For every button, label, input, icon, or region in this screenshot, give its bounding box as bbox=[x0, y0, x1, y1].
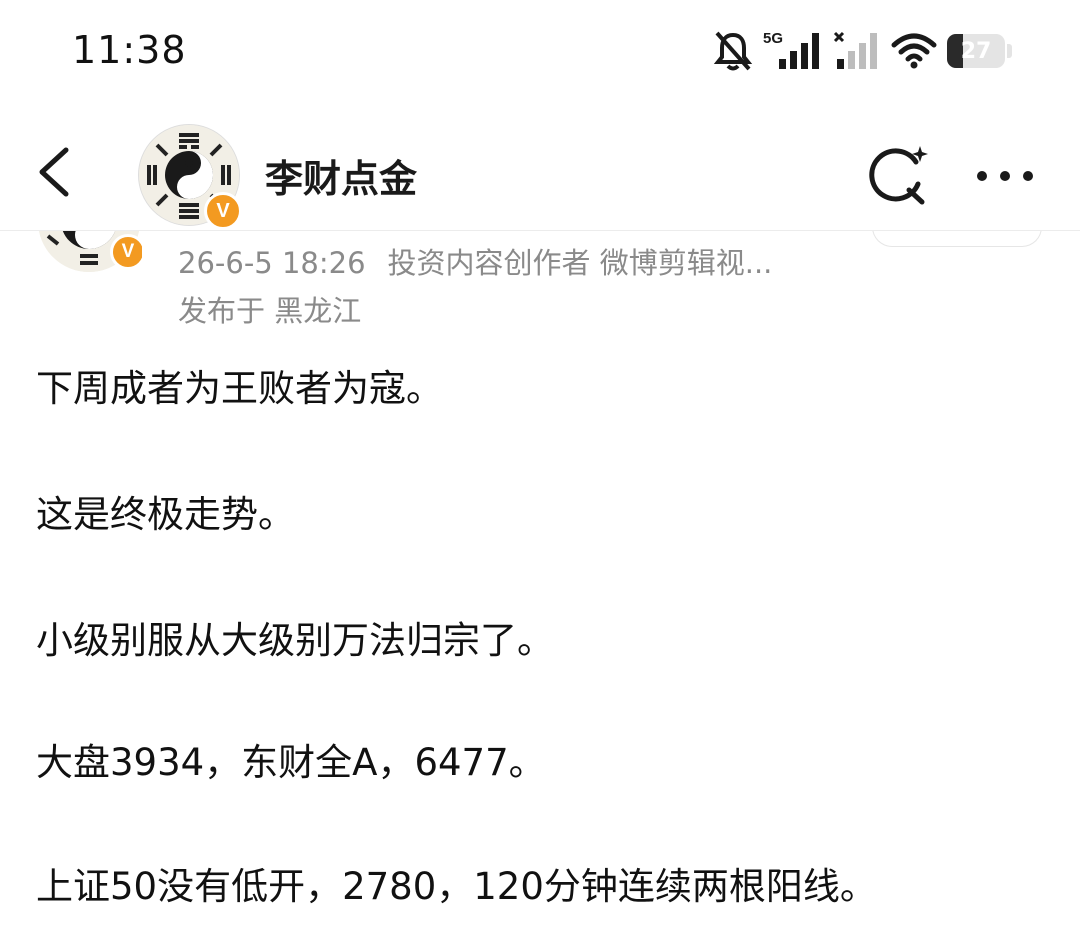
post-paragraph: 小级别服从大级别万法归宗了。 bbox=[36, 619, 554, 662]
post-meta-line: 26-6-5 18:26 投资内容创作者 微博剪辑视... bbox=[178, 240, 772, 282]
battery-icon: 27 bbox=[947, 34, 1005, 68]
post-paragraph: 上证50没有低开，2780，120分钟连续两根阳线。 bbox=[36, 865, 877, 908]
post-source[interactable]: 投资内容创作者 微博剪辑视... bbox=[388, 246, 773, 280]
post-timestamp: 26-6-5 18:26 bbox=[178, 246, 366, 280]
top-nav-bar: V 李财点金 bbox=[0, 104, 1080, 230]
bell-muted-icon bbox=[713, 31, 753, 71]
signal-no-service-icon bbox=[833, 31, 877, 69]
text-fade-overlay bbox=[940, 880, 1080, 939]
post-paragraph: 这是终极走势。 bbox=[36, 493, 295, 536]
search-icon[interactable] bbox=[866, 144, 930, 208]
post-paragraph: 大盘3934，东财全A，6477。 bbox=[36, 741, 546, 784]
battery-level: 27 bbox=[960, 38, 992, 64]
verified-badge: V bbox=[204, 192, 242, 230]
network-label: 5G bbox=[763, 30, 783, 47]
battery-tip bbox=[1007, 44, 1012, 58]
status-icons: 5G 27 bbox=[713, 26, 1012, 76]
post-location: 发布于 黑龙江 bbox=[178, 294, 362, 328]
header-avatar[interactable]: V bbox=[138, 124, 242, 230]
header-divider bbox=[0, 230, 1080, 231]
post-verified-badge: V bbox=[110, 234, 142, 270]
signal-5g-icon: 5G bbox=[763, 30, 819, 69]
post-paragraph: 下周成者为王败者为寇。 bbox=[36, 367, 443, 410]
wifi-icon bbox=[891, 33, 937, 69]
page-title[interactable]: 李财点金 bbox=[265, 148, 417, 203]
status-time: 11:38 bbox=[72, 28, 187, 72]
back-arrow-icon[interactable] bbox=[30, 144, 80, 200]
more-icon[interactable] bbox=[970, 156, 1040, 196]
status-bar: 11:38 5G 27 bbox=[0, 0, 1080, 100]
